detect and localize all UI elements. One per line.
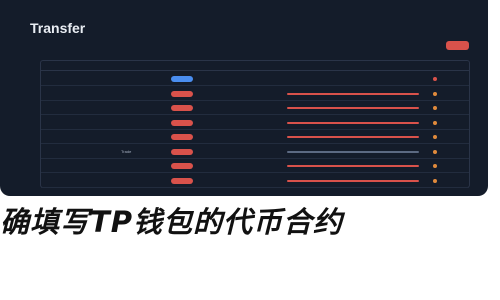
row-hash-link[interactable] <box>67 174 111 188</box>
column-header-age <box>227 61 247 71</box>
panel-action-button[interactable] <box>446 41 469 50</box>
row-value-bar <box>287 107 419 109</box>
row-method <box>121 116 161 130</box>
row-status-badge <box>171 177 193 184</box>
token-icon <box>433 135 437 139</box>
table-row[interactable] <box>41 72 469 86</box>
table-row[interactable] <box>41 130 469 144</box>
row-value-bar <box>287 136 419 138</box>
row-value-bar <box>287 165 419 167</box>
row-method <box>121 87 161 101</box>
token-icon <box>433 120 437 125</box>
row-index <box>47 159 61 173</box>
caption-text: 确填写TP钱包的代币合约 <box>0 205 344 239</box>
column-header-hash <box>67 61 107 71</box>
column-header-status <box>171 61 191 71</box>
row-token[interactable] <box>433 101 439 115</box>
table-row[interactable] <box>41 174 469 188</box>
table-row[interactable] <box>41 116 469 130</box>
row-status-badge <box>171 105 193 111</box>
row-status-badge <box>171 76 193 82</box>
row-index <box>47 145 61 159</box>
row-method <box>121 159 161 173</box>
row-index <box>47 130 61 144</box>
row-age <box>227 87 257 101</box>
row-method <box>121 101 161 115</box>
row-hash-link[interactable] <box>67 72 111 86</box>
row-token[interactable] <box>433 145 439 159</box>
row-status-badge <box>171 90 193 97</box>
row-hash-link[interactable] <box>67 159 111 173</box>
table-row[interactable] <box>41 101 469 115</box>
row-index <box>47 72 61 86</box>
row-index <box>47 116 61 130</box>
screenshot-stage: Transfer Trade 确填写TP钱包的代币合约 <box>0 0 500 300</box>
row-status-badge <box>171 163 193 169</box>
row-hash-link[interactable] <box>67 101 111 115</box>
row-value-bar <box>287 92 419 95</box>
row-status-badge <box>171 148 193 155</box>
row-token[interactable] <box>433 87 439 101</box>
column-header-index <box>47 61 63 71</box>
row-value-bar <box>287 179 419 182</box>
table-row[interactable]: Trade <box>41 145 469 159</box>
token-icon <box>433 178 437 183</box>
row-index <box>47 174 61 188</box>
row-status-badge <box>171 119 193 126</box>
row-age <box>227 101 257 115</box>
column-header-token <box>433 61 467 71</box>
token-icon <box>433 77 437 81</box>
row-method <box>121 72 161 86</box>
panel-title: Transfer <box>30 20 86 36</box>
token-icon <box>433 106 437 110</box>
row-hash-link[interactable] <box>67 116 111 130</box>
row-method: Trade <box>121 148 132 154</box>
row-age <box>227 159 257 173</box>
transfer-panel: Transfer Trade <box>0 0 488 196</box>
column-header-value <box>287 61 347 71</box>
row-hash-link[interactable] <box>67 145 111 159</box>
row-hash-link[interactable] <box>67 87 111 101</box>
table-header <box>41 61 469 71</box>
token-icon <box>433 91 437 96</box>
row-index <box>47 87 61 101</box>
row-method <box>121 174 161 188</box>
transactions-table: Trade <box>40 60 470 188</box>
row-hash-link[interactable] <box>67 130 111 144</box>
row-token[interactable] <box>433 130 439 144</box>
row-method <box>121 130 161 144</box>
column-header-method <box>121 61 151 71</box>
row-token[interactable] <box>433 174 439 188</box>
row-value-bar <box>287 150 419 153</box>
row-token[interactable] <box>433 72 439 86</box>
row-index <box>47 101 61 115</box>
table-row[interactable] <box>41 87 469 101</box>
token-icon <box>433 164 437 168</box>
row-status-badge <box>171 134 193 140</box>
row-age <box>227 174 257 188</box>
row-token[interactable] <box>433 159 439 173</box>
row-age <box>227 116 257 130</box>
table-row[interactable] <box>41 159 469 173</box>
row-age <box>227 130 257 144</box>
token-icon <box>433 149 437 154</box>
row-age <box>227 72 257 86</box>
row-age <box>227 145 257 159</box>
row-value-bar <box>287 121 419 124</box>
row-token[interactable] <box>433 116 439 130</box>
